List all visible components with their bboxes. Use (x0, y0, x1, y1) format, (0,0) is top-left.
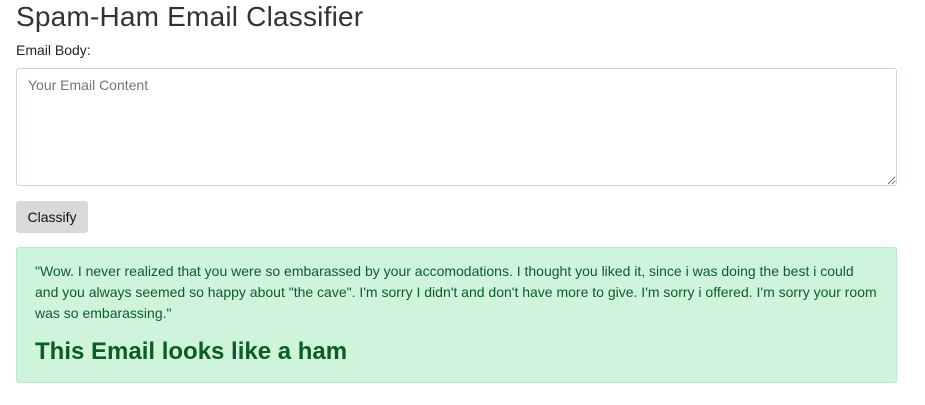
page: Spam-Ham Email Classifier Email Body: Cl… (0, 0, 925, 405)
page-title: Spam-Ham Email Classifier (16, 1, 364, 32)
email-body-label: Email Body: (16, 42, 91, 58)
result-alert: "Wow. I never realized that you were so … (16, 247, 897, 383)
result-verdict: This Email looks like a ham (35, 338, 348, 365)
classify-button[interactable]: Classify (16, 201, 88, 233)
email-body-input[interactable] (16, 68, 897, 186)
result-email-text: "Wow. I never realized that you were so … (35, 263, 877, 321)
